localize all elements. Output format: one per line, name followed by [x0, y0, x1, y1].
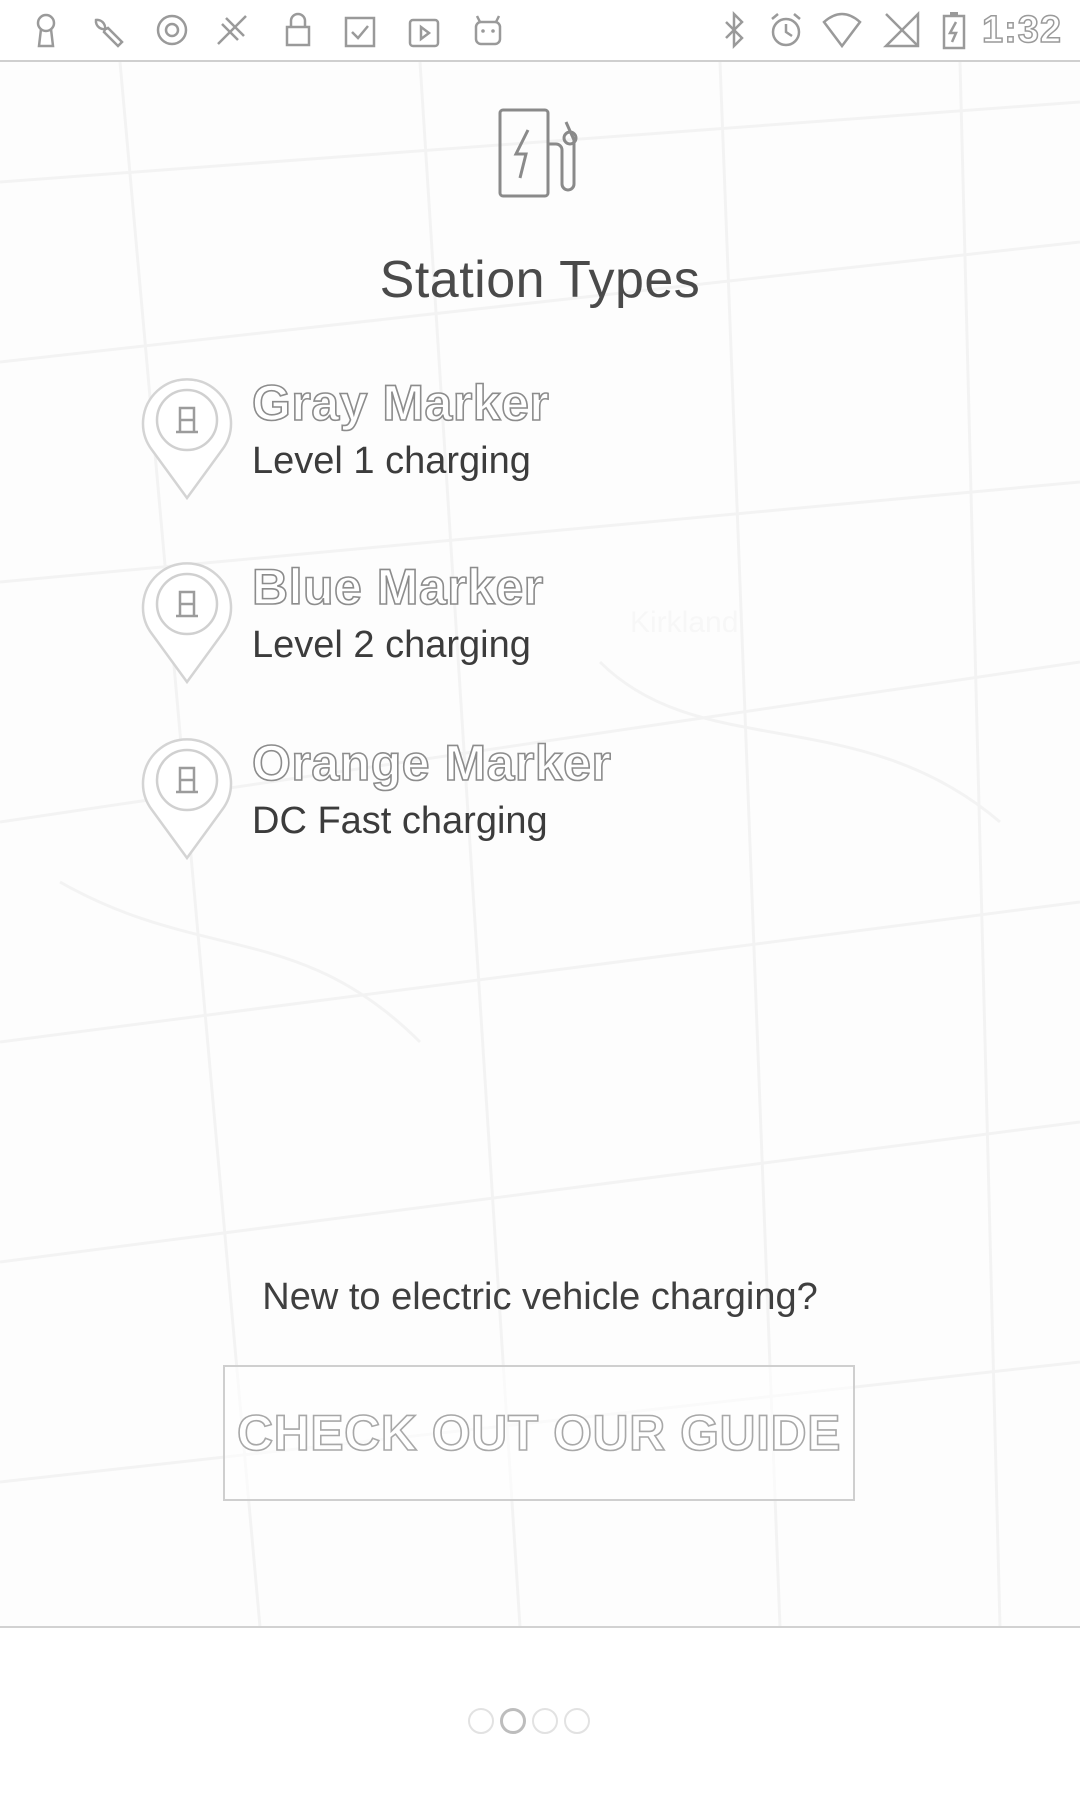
- legend-item-gray: Gray Marker Level 1 charging: [136, 374, 936, 514]
- legend-description: DC Fast charging: [252, 800, 548, 842]
- page-dot[interactable]: [564, 1708, 590, 1734]
- page-dot-active[interactable]: [500, 1708, 526, 1734]
- page-title: Station Types: [379, 251, 701, 309]
- status-bar: 1:32: [0, 0, 1080, 62]
- page-dot[interactable]: [532, 1708, 558, 1734]
- keyhole-icon: [26, 10, 66, 50]
- battery-charging-icon: [934, 10, 974, 50]
- wrench-icon: [88, 10, 128, 50]
- alarm-icon: [766, 10, 806, 50]
- guide-prompt: New to electric vehicle charging?: [262, 1276, 818, 1318]
- page-indicator: [468, 1708, 590, 1734]
- station-pin-icon: [141, 738, 233, 861]
- legend-description: Level 2 charging: [252, 624, 531, 666]
- legend-item-orange: Orange Marker DC Fast charging: [136, 734, 936, 874]
- legend-name: Blue Marker: [251, 558, 544, 616]
- wifi-icon: [822, 10, 862, 50]
- onboarding-screen: Kirkland 1:32 Station Types Gray Marker …: [0, 0, 1080, 1794]
- station-pin-icon: [141, 378, 233, 501]
- ev-station-icon: [498, 108, 578, 198]
- check-out-guide-button[interactable]: CHECK OUT OUR GUIDE: [223, 1365, 855, 1501]
- lock-icon: [278, 10, 318, 50]
- bluetooth-icon: [714, 10, 754, 50]
- page-dot[interactable]: [468, 1708, 494, 1734]
- legend-description: Level 1 charging: [252, 440, 531, 482]
- legend-item-blue: Blue Marker Level 2 charging: [136, 558, 936, 698]
- legend-name: Orange Marker: [251, 734, 612, 792]
- circle-icon: [152, 10, 192, 50]
- no-signal-icon: [882, 10, 922, 50]
- station-pin-icon: [141, 562, 233, 685]
- clock-time: 1:32: [981, 9, 1062, 51]
- satellite-icon: [212, 10, 252, 50]
- legend-name: Gray Marker: [251, 374, 550, 432]
- clipboard-icon: [340, 10, 380, 50]
- media-icon: [404, 10, 444, 50]
- bottom-bar: [0, 1626, 1080, 1794]
- android-icon: [468, 10, 508, 50]
